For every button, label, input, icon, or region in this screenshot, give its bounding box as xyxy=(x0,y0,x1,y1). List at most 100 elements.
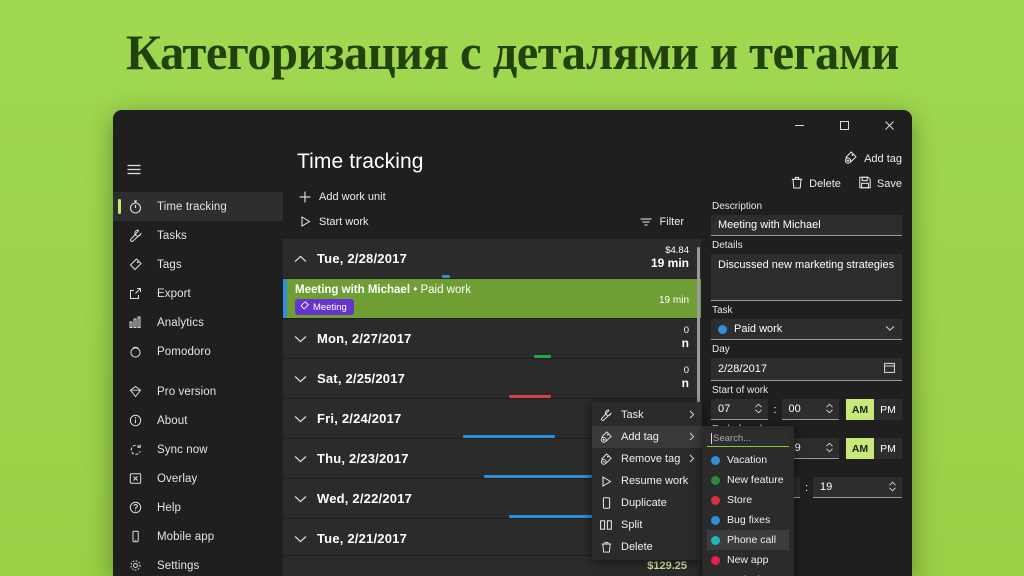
chevron-right-icon xyxy=(689,454,695,465)
day-input[interactable]: 2/28/2017 xyxy=(711,358,902,381)
filter-button[interactable]: Filter xyxy=(636,214,687,230)
close-icon[interactable] xyxy=(867,110,912,140)
day-timeline xyxy=(283,395,701,398)
delete-button[interactable]: Delete xyxy=(791,176,841,192)
end-pm-button[interactable]: PM xyxy=(874,438,902,459)
working-minute-stepper[interactable]: 19 xyxy=(813,477,902,498)
work-unit-row[interactable]: Meeting with Michael • Paid workMeeting1… xyxy=(283,279,701,319)
start-hour-stepper[interactable]: 07 xyxy=(711,399,768,420)
start-of-work-label: Start of work xyxy=(712,385,902,396)
sidebar-item-tasks[interactable]: Tasks xyxy=(113,221,283,250)
context-menu-item[interactable]: Split xyxy=(592,514,702,536)
day-minutes: n xyxy=(682,337,689,350)
chevron-down-icon[interactable] xyxy=(294,415,314,423)
chevron-down-icon[interactable] xyxy=(294,455,314,463)
sidebar-item-overlay[interactable]: Overlay xyxy=(113,464,283,493)
day-timeline xyxy=(283,355,701,358)
chevron-down-icon[interactable] xyxy=(294,335,314,343)
tag-list-item[interactable]: Bug fixes xyxy=(707,510,789,530)
chevron-down-icon[interactable] xyxy=(294,535,314,543)
day-label: Wed, 2/22/2017 xyxy=(317,491,412,506)
remove-tag-icon xyxy=(599,453,613,465)
start-am-button[interactable]: AM xyxy=(846,399,874,420)
chevron-down-icon xyxy=(885,323,895,335)
context-menu-item[interactable]: Resume work xyxy=(592,470,702,492)
work-unit-main: Meeting with Michael • Paid work Meeting xyxy=(295,284,471,315)
sidebar-item-time-tracking[interactable]: Time tracking xyxy=(113,192,283,221)
tag-color-dot xyxy=(711,476,720,485)
add-work-unit-button[interactable]: Add work unit xyxy=(295,189,389,205)
add-tag-button[interactable]: Add tag xyxy=(844,151,902,167)
day-row[interactable]: Sat, 2/25/20170n xyxy=(283,359,701,399)
day-label: Sat, 2/25/2017 xyxy=(317,371,405,386)
context-menu-item[interactable]: Remove tag xyxy=(592,448,702,470)
add-work-unit-label: Add work unit xyxy=(319,191,386,203)
tag-list-item[interactable]: Store xyxy=(707,490,789,510)
tag-list-item[interactable]: Phone call xyxy=(707,530,789,550)
timeline-segment xyxy=(484,475,593,478)
chevron-down-icon[interactable] xyxy=(294,375,314,383)
tag-list-item[interactable]: New app xyxy=(707,550,789,570)
chevron-up-icon[interactable] xyxy=(294,255,314,263)
tag-search-placeholder: Search... xyxy=(713,433,751,444)
day-row[interactable]: Tue, 2/28/2017$4.8419 min xyxy=(283,239,701,279)
sidebar-item-analytics[interactable]: Analytics xyxy=(113,308,283,337)
sidebar-item-label: Sync now xyxy=(157,444,208,456)
sidebar-item-pro-version[interactable]: Pro version xyxy=(113,377,283,406)
sidebar-item-about[interactable]: About xyxy=(113,406,283,435)
play-icon xyxy=(298,216,312,227)
sidebar-item-pomodoro[interactable]: Pomodoro xyxy=(113,337,283,366)
context-menu-item[interactable]: Delete xyxy=(592,536,702,558)
context-menu-item[interactable]: Duplicate xyxy=(592,492,702,514)
sidebar-item-tags[interactable]: Tags xyxy=(113,250,283,279)
task-select[interactable]: Paid work xyxy=(711,319,902,340)
context-menu-item[interactable]: Add tag xyxy=(592,426,702,448)
details-textarea[interactable]: Discussed new marketing strategies xyxy=(711,254,902,301)
start-minute-stepper[interactable]: 00 xyxy=(782,399,839,420)
sidebar-item-settings[interactable]: Settings xyxy=(113,551,283,576)
sidebar-primary-nav: Time tracking Tasks Tags xyxy=(113,192,283,435)
sidebar-item-label: Export xyxy=(157,288,191,300)
description-label: Description xyxy=(712,201,902,212)
spinner-icon[interactable] xyxy=(825,403,834,416)
description-input[interactable]: Meeting with Michael xyxy=(711,215,902,236)
maximize-icon[interactable] xyxy=(822,110,867,140)
start-work-button[interactable]: Start work xyxy=(295,214,372,230)
save-icon xyxy=(859,176,871,192)
hamburger-icon[interactable] xyxy=(113,152,155,186)
start-ampm-toggle[interactable]: AM PM xyxy=(846,399,902,420)
tag-list-item[interactable]: New feature xyxy=(707,470,789,490)
save-button[interactable]: Save xyxy=(859,176,902,192)
minimize-icon[interactable] xyxy=(777,110,822,140)
day-label: Tue, 2/28/2017 xyxy=(317,251,407,266)
banner-title: Категоризация с деталями и тегами xyxy=(126,23,899,81)
tag-list-item[interactable]: Vacation xyxy=(707,450,789,470)
app-window: Time tracking Tasks Tags xyxy=(113,110,912,576)
start-pm-button[interactable]: PM xyxy=(874,399,902,420)
work-unit-tag[interactable]: Meeting xyxy=(295,299,354,315)
spinner-icon[interactable] xyxy=(825,442,834,455)
sidebar-item-sync-now[interactable]: Sync now xyxy=(113,435,283,464)
time-colon: : xyxy=(800,482,813,494)
sidebar-item-mobile-app[interactable]: Mobile app xyxy=(113,522,283,551)
context-menu-item[interactable]: Task xyxy=(592,404,702,426)
spinner-icon[interactable] xyxy=(754,403,763,416)
day-row[interactable]: Mon, 2/27/20170n xyxy=(283,319,701,359)
work-unit-title: Meeting with Michael • Paid work xyxy=(295,284,471,296)
wrench-icon xyxy=(599,409,613,421)
spinner-icon[interactable] xyxy=(888,481,897,494)
end-ampm-toggle[interactable]: AM PM xyxy=(846,438,902,459)
timeline-segment xyxy=(509,395,551,398)
tag-list-item[interactable]: UI design xyxy=(707,570,789,576)
context-menu-item-label: Remove tag xyxy=(621,453,680,465)
sidebar-item-export[interactable]: Export xyxy=(113,279,283,308)
end-am-button[interactable]: AM xyxy=(846,438,874,459)
tag-search-input[interactable]: Search... xyxy=(707,430,789,447)
context-menu-item-label: Duplicate xyxy=(621,497,667,509)
context-menu-item-label: Delete xyxy=(621,541,653,553)
calendar-icon[interactable] xyxy=(884,362,895,376)
sidebar-item-label: Time tracking xyxy=(157,201,227,213)
tag-color-dot xyxy=(711,536,720,545)
sidebar-item-help[interactable]: Help xyxy=(113,493,283,522)
chevron-down-icon[interactable] xyxy=(294,495,314,503)
